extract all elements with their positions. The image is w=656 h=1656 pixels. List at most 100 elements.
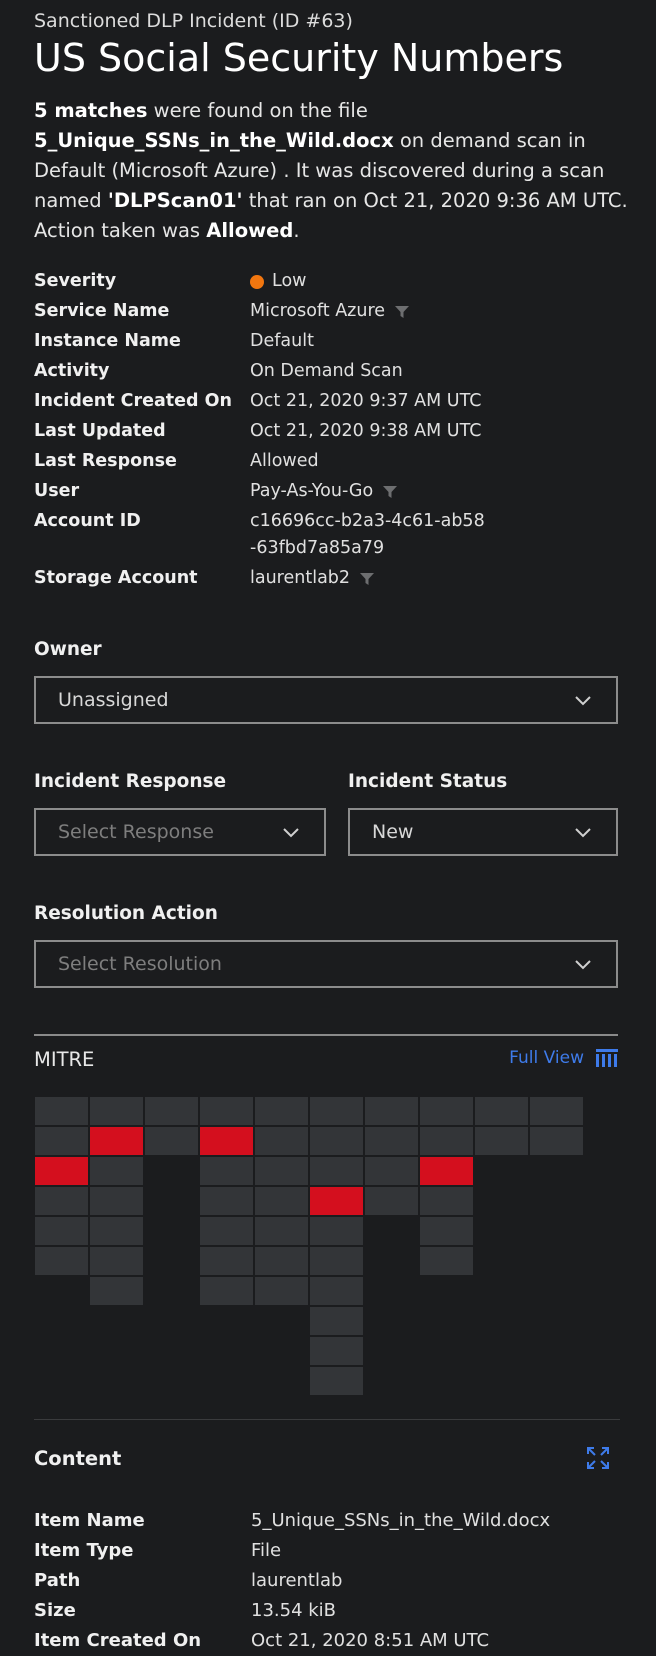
mitre-technique-cell[interactable] [34, 1246, 89, 1276]
owner-select[interactable]: Unassigned [34, 676, 618, 724]
detail-label: Last Response [34, 451, 177, 471]
resolution-action-select[interactable]: Select Resolution [34, 940, 618, 988]
mitre-technique-cell[interactable] [419, 1246, 474, 1276]
mitre-technique-cell[interactable] [419, 1186, 474, 1216]
severity-dot-icon [250, 275, 264, 289]
incident-title: US Social Security Numbers [34, 36, 564, 80]
mitre-technique-cell[interactable] [309, 1216, 364, 1246]
mitre-full-view-link[interactable]: Full View [509, 1048, 618, 1068]
mitre-technique-cell[interactable] [144, 1126, 199, 1156]
mitre-technique-cell[interactable] [34, 1186, 89, 1216]
chevron-down-icon [575, 960, 591, 970]
chevron-down-icon [575, 696, 591, 706]
summary-scan-name: 'DLPScan01' [107, 189, 243, 212]
filter-icon[interactable] [360, 572, 375, 586]
mitre-technique-cell[interactable] [34, 1096, 89, 1126]
incident-response-label: Incident Response [34, 771, 227, 792]
mitre-technique-hit[interactable] [419, 1156, 474, 1186]
mitre-technique-cell[interactable] [419, 1216, 474, 1246]
detail-row: Storage Account laurentlab2 [34, 565, 634, 592]
mitre-technique-cell[interactable] [144, 1096, 199, 1126]
detail-label: Service Name [34, 301, 170, 321]
mitre-technique-cell[interactable] [309, 1096, 364, 1126]
mitre-technique-cell[interactable] [199, 1186, 254, 1216]
full-view-label: Full View [509, 1048, 584, 1068]
mitre-technique-cell[interactable] [199, 1276, 254, 1306]
content-value: Oct 21, 2020 8:51 AM UTC [251, 1630, 490, 1651]
mitre-technique-cell[interactable] [529, 1126, 584, 1156]
detail-value: Oct 21, 2020 9:37 AM UTC [250, 388, 482, 415]
filter-icon[interactable] [395, 305, 410, 319]
detail-row: User Pay-As-You-Go [34, 478, 634, 505]
incident-status-select[interactable]: New [348, 808, 618, 856]
mitre-technique-cell[interactable] [254, 1216, 309, 1246]
mitre-technique-cell[interactable] [309, 1306, 364, 1336]
detail-value-text: On Demand Scan [250, 361, 403, 381]
mitre-technique-cell[interactable] [364, 1156, 419, 1186]
mitre-technique-hit[interactable] [199, 1126, 254, 1156]
mitre-technique-cell[interactable] [254, 1156, 309, 1186]
match-count: 5 matches [34, 99, 148, 122]
mitre-technique-cell[interactable] [474, 1126, 529, 1156]
detail-value-text: Pay-As-You-Go [250, 481, 374, 501]
mitre-technique-cell[interactable] [89, 1186, 144, 1216]
mitre-technique-hit[interactable] [309, 1186, 364, 1216]
mitre-technique-cell[interactable] [199, 1096, 254, 1126]
filter-icon[interactable] [383, 485, 398, 499]
detail-value: Oct 21, 2020 9:38 AM UTC [250, 418, 482, 445]
detail-label: Activity [34, 361, 110, 381]
detail-value: Default [250, 328, 314, 355]
mitre-technique-cell[interactable] [254, 1126, 309, 1156]
mitre-technique-cell[interactable] [419, 1126, 474, 1156]
mitre-technique-cell[interactable] [34, 1216, 89, 1246]
detail-row: Service Name Microsoft Azure [34, 298, 634, 325]
mitre-technique-cell[interactable] [199, 1156, 254, 1186]
expand-icon[interactable] [586, 1446, 610, 1470]
mitre-technique-cell[interactable] [89, 1216, 144, 1246]
mitre-technique-cell[interactable] [309, 1246, 364, 1276]
mitre-technique-cell[interactable] [254, 1186, 309, 1216]
mitre-technique-cell[interactable] [89, 1276, 144, 1306]
detail-value: c16696cc-b2a3-4c61-ab58-63fbd7a85a79 [250, 508, 490, 562]
detail-label: User [34, 481, 80, 501]
mitre-matrix[interactable] [34, 1096, 606, 1416]
mitre-technique-cell[interactable] [364, 1186, 419, 1216]
incident-status-value: New [372, 821, 414, 843]
mitre-technique-cell[interactable] [254, 1246, 309, 1276]
mitre-technique-cell[interactable] [364, 1096, 419, 1126]
detail-row: Instance Name Default [34, 328, 634, 355]
mitre-technique-cell[interactable] [309, 1276, 364, 1306]
detail-value-text: Default [250, 331, 314, 351]
mitre-technique-cell[interactable] [529, 1096, 584, 1126]
summary-text: were found on the file [147, 99, 368, 122]
mitre-technique-cell[interactable] [309, 1126, 364, 1156]
content-row: Item Type File [34, 1536, 634, 1566]
mitre-technique-cell[interactable] [474, 1096, 529, 1126]
mitre-technique-cell[interactable] [89, 1246, 144, 1276]
mitre-technique-cell[interactable] [364, 1126, 419, 1156]
incident-response-select[interactable]: Select Response [34, 808, 326, 856]
mitre-technique-cell[interactable] [309, 1336, 364, 1366]
mitre-technique-cell[interactable] [254, 1096, 309, 1126]
content-label: Item Name [34, 1510, 145, 1531]
content-value: laurentlab [251, 1570, 343, 1591]
mitre-technique-cell[interactable] [89, 1096, 144, 1126]
detail-label: Last Updated [34, 421, 166, 441]
mitre-technique-cell[interactable] [199, 1246, 254, 1276]
content-value: File [251, 1540, 282, 1561]
chevron-down-icon [283, 828, 299, 838]
mitre-technique-cell[interactable] [419, 1096, 474, 1126]
content-row: Item Created On Oct 21, 2020 8:51 AM UTC [34, 1626, 634, 1656]
mitre-technique-hit[interactable] [34, 1156, 89, 1186]
mitre-technique-cell[interactable] [199, 1216, 254, 1246]
mitre-technique-cell[interactable] [309, 1156, 364, 1186]
mitre-technique-hit[interactable] [89, 1126, 144, 1156]
detail-value: Microsoft Azure [250, 298, 410, 325]
mitre-technique-cell[interactable] [89, 1156, 144, 1186]
detail-value: Allowed [250, 448, 319, 475]
owner-value: Unassigned [58, 689, 169, 711]
mitre-technique-cell[interactable] [34, 1126, 89, 1156]
detail-value: On Demand Scan [250, 358, 403, 385]
mitre-technique-cell[interactable] [309, 1366, 364, 1396]
mitre-technique-cell[interactable] [254, 1276, 309, 1306]
